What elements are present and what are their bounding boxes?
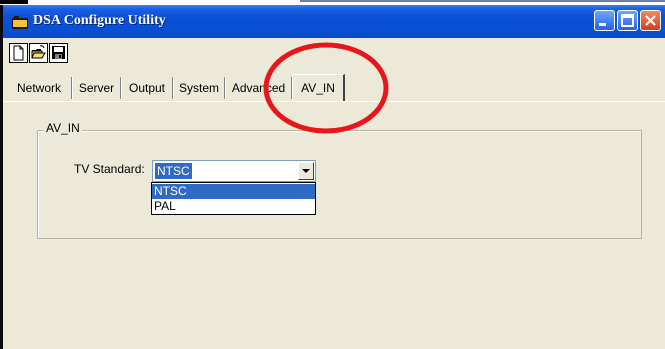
av-in-group-label: AV_IN [44,121,82,135]
screen-edge-mark [300,0,665,2]
new-file-button[interactable] [9,43,28,63]
save-icon [52,46,65,59]
tab-label: Server [78,81,115,95]
tv-standard-value: NTSC [155,163,192,179]
tab-label: System [178,81,219,95]
chevron-down-icon [302,169,310,173]
tab-output[interactable]: Output [121,77,173,99]
tv-standard-dropdown-list: NTSC PAL [151,182,316,215]
tab-label: Output [128,81,166,95]
tab-network[interactable]: Network [7,77,72,99]
app-icon [12,16,28,29]
option-ntsc[interactable]: NTSC [152,184,315,199]
new-file-icon [13,45,24,61]
tab-label: Network [16,81,61,95]
tab-server[interactable]: Server [72,77,121,99]
dropdown-arrow-button[interactable] [298,162,314,180]
tab-label: Advanced [231,81,286,95]
minimize-button[interactable] [594,10,615,31]
open-folder-icon [31,45,46,59]
option-pal[interactable]: PAL [152,199,315,214]
window-left-edge [0,5,3,349]
close-icon [645,15,656,26]
toolbar [3,38,665,74]
tab-label: AV_IN [301,81,335,95]
window-title: DSA Configure Utility [33,13,166,28]
open-folder-button[interactable] [29,43,48,63]
tv-standard-select[interactable]: NTSC [152,160,316,182]
av-in-groupbox [37,130,642,239]
maximize-icon [621,14,634,27]
tab-system[interactable]: System [173,77,225,99]
close-button[interactable] [640,10,661,31]
screen-edge-mark [0,0,28,4]
save-button[interactable] [49,43,68,63]
tab-advanced[interactable]: Advanced [225,77,292,99]
maximize-button[interactable] [617,10,638,31]
tv-standard-label: TV Standard: [74,162,145,176]
minimize-icon [599,23,606,26]
title-bar[interactable]: DSA Configure Utility [3,5,665,38]
tab-av-in[interactable]: AV_IN [292,74,345,101]
